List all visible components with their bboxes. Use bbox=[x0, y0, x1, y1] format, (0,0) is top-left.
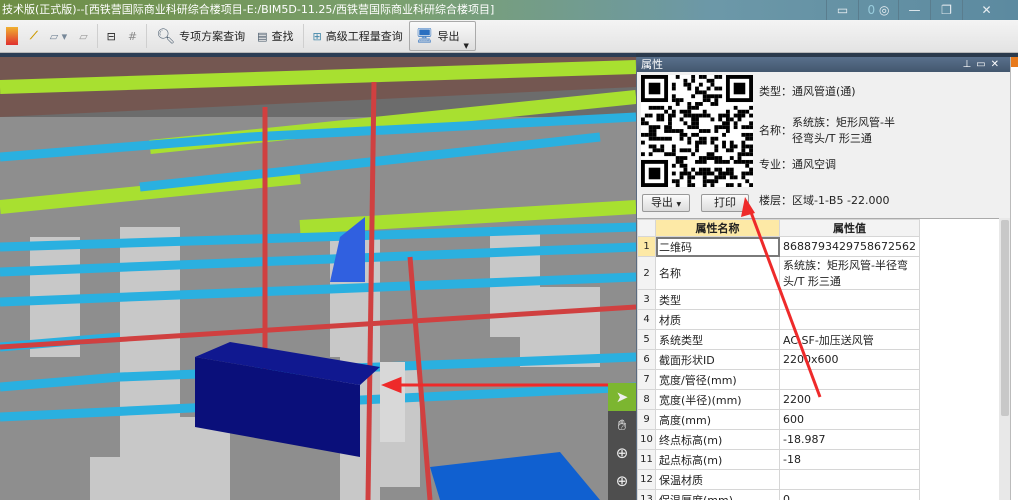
plane-gear-icon: ▱ bbox=[79, 29, 88, 43]
close-button[interactable]: ✕ bbox=[962, 0, 1010, 20]
find-label: 查找 bbox=[271, 30, 294, 43]
toolbar: ⟋ ▱ ▾ ▱ ⊟ # 🔍︎ 专项方案查询 ▤ 查找 ⊞ 高级工程量查询 🖥︎ 导出 ▼ bbox=[0, 20, 1018, 53]
side-edge bbox=[1010, 57, 1018, 500]
monitor-export-icon: 🖥︎ bbox=[415, 28, 434, 44]
pan-hand-icon[interactable]: ✋︎ bbox=[608, 411, 636, 439]
title-bar: 技术版(正式版)--[西铁营国际商业科研综合楼项目-E:/BIM5D-11.25… bbox=[0, 0, 1018, 20]
divider bbox=[96, 24, 98, 48]
maximize-button[interactable]: ❐ bbox=[930, 0, 962, 20]
zoom-icon[interactable]: ⊕ bbox=[608, 467, 636, 495]
find-button[interactable]: ▤ 查找 bbox=[251, 22, 299, 50]
export-button[interactable]: 🖥︎ 导出 ▼ bbox=[408, 21, 476, 51]
3d-viewport[interactable]: ➤ ✋︎ ⊕ ⊕ bbox=[0, 57, 636, 500]
section-clear-button[interactable]: ▱ bbox=[73, 22, 93, 50]
grid-icon: # bbox=[127, 29, 138, 43]
properties-panel: 属性 ⊥▭✕ 类型：通风管道(通) 名称： 系统族：矩形风管-半径弯头/T 形三通 … bbox=[636, 57, 1011, 500]
export-label: 导出 bbox=[437, 30, 460, 43]
navigation-toolbar: ➤ ✋︎ ⊕ ⊕ bbox=[608, 383, 636, 500]
special-query-button[interactable]: 🔍︎ 专项方案查询 bbox=[150, 22, 251, 50]
find-icon: ▤ bbox=[257, 29, 268, 43]
magnifier-icon: 🔍︎ bbox=[156, 27, 176, 45]
skin-icon[interactable]: 0 ◎ bbox=[858, 0, 898, 20]
dimension-icon: ⊟ bbox=[106, 29, 116, 43]
advanced-query-button[interactable]: ⊞ 高级工程量查询 bbox=[307, 22, 409, 50]
advanced-query-icon: ⊞ bbox=[312, 29, 322, 43]
delete-measure-button[interactable] bbox=[0, 22, 24, 50]
dimension-button[interactable]: ⊟ bbox=[101, 22, 122, 50]
section-button[interactable]: ▱ ▾ bbox=[44, 22, 73, 50]
annotation-arrow bbox=[741, 197, 822, 398]
advanced-query-label: 高级工程量查询 bbox=[325, 30, 403, 43]
special-query-label: 专项方案查询 bbox=[179, 30, 246, 43]
grid-button[interactable]: # bbox=[122, 22, 143, 50]
chat-icon[interactable]: ▭ bbox=[826, 0, 858, 20]
measure-button[interactable]: ⟋ bbox=[24, 22, 44, 50]
minimize-button[interactable]: — bbox=[898, 0, 930, 20]
ruler-delete-icon bbox=[6, 27, 18, 45]
divider bbox=[302, 24, 304, 48]
bim-model-scene[interactable] bbox=[0, 57, 636, 500]
orbit-icon[interactable]: ⊕ bbox=[608, 439, 636, 467]
measure-icon: ⟋ bbox=[30, 29, 38, 42]
plane-icon: ▱ ▾ bbox=[49, 29, 68, 43]
window-title: 技术版(正式版)--[西铁营国际商业科研综合楼项目-E:/BIM5D-11.25… bbox=[2, 3, 495, 16]
divider bbox=[146, 24, 148, 48]
select-arrow-icon[interactable]: ➤ bbox=[608, 383, 636, 411]
notification-badge: 0 bbox=[867, 3, 876, 17]
